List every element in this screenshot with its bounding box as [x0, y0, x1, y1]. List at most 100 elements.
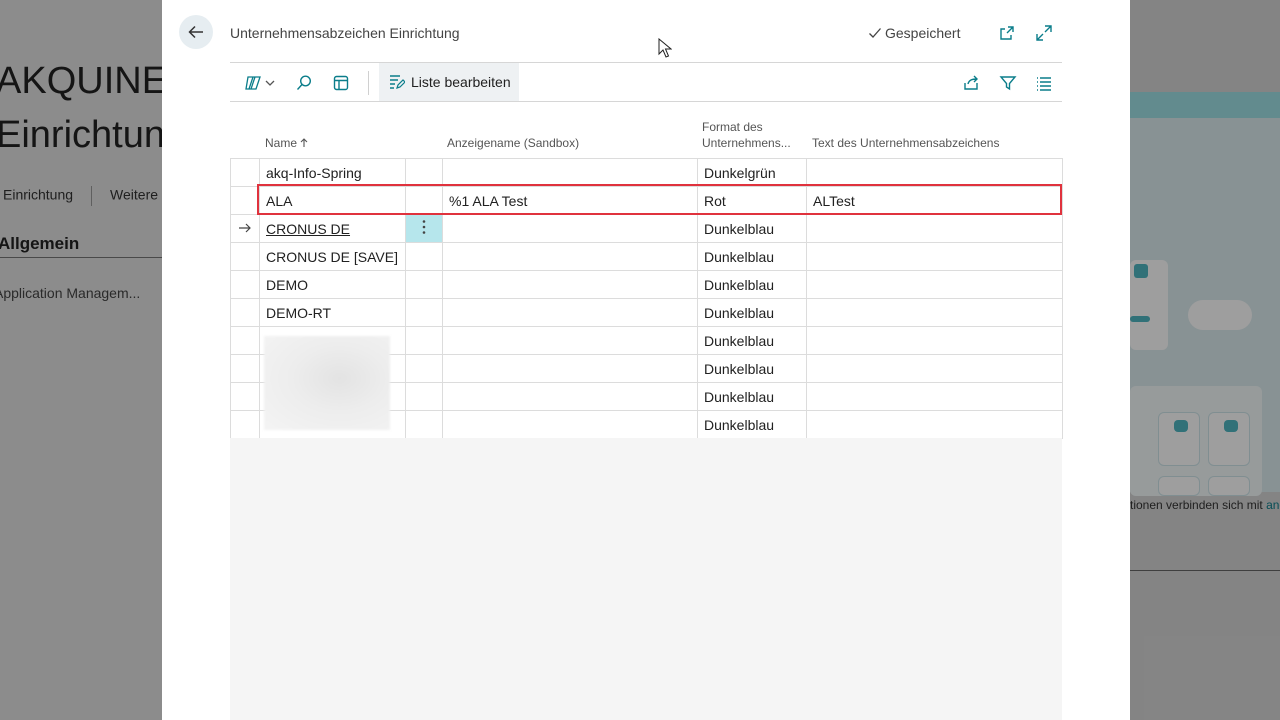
cell-badge-text[interactable] [806, 410, 1063, 439]
row-indicator [230, 410, 260, 439]
sort-ascending-icon [300, 138, 308, 147]
saved-label: Gespeichert [885, 25, 961, 41]
edit-list-icon [390, 75, 405, 89]
table-row[interactable]: ALA %1 ALA Test Rot ALTest [230, 186, 1063, 215]
cell-format[interactable]: Dunkelblau [697, 242, 807, 271]
saved-status: Gespeichert [868, 25, 960, 41]
cell-display-name[interactable] [442, 382, 698, 411]
row-indicator [230, 326, 260, 355]
copilot-icon [245, 76, 261, 90]
cell-badge-text[interactable] [806, 298, 1063, 327]
cell-badge-text[interactable] [806, 242, 1063, 271]
cell-display-name[interactable] [442, 158, 698, 187]
back-button[interactable] [179, 15, 213, 49]
cell-format[interactable]: Dunkelblau [697, 326, 807, 355]
cell-display-name[interactable] [442, 242, 698, 271]
share-icon [964, 75, 978, 90]
cell-format[interactable]: Dunkelblau [697, 298, 807, 327]
redacted-area [264, 336, 390, 430]
cell-name[interactable]: akq-Info-Spring [259, 158, 406, 187]
row-actions-cell [405, 410, 443, 439]
edit-list-button[interactable]: Liste bearbeiten [379, 63, 519, 101]
row-indicator [230, 298, 260, 327]
cell-badge-text[interactable]: ALTest [806, 186, 1063, 215]
cell-format[interactable]: Dunkelblau [697, 270, 807, 299]
row-indicator [230, 158, 260, 187]
table-row-selected[interactable]: CRONUS DE Dunkelblau [230, 214, 1063, 243]
row-actions-cell [405, 326, 443, 355]
row-indicator [230, 214, 260, 243]
row-actions-cell [405, 158, 443, 187]
checkmark-icon [869, 28, 881, 38]
more-options-icon [422, 220, 426, 234]
cell-name[interactable]: CRONUS DE [SAVE] [259, 242, 406, 271]
row-actions-cell [405, 382, 443, 411]
cell-display-name[interactable]: %1 ALA Test [442, 186, 698, 215]
cell-name[interactable]: DEMO [259, 270, 406, 299]
dialog: Unternehmensabzeichen Einrichtung Gespei… [162, 0, 1130, 720]
table-row[interactable]: akq-Info-Spring Dunkelgrün [230, 158, 1063, 187]
cell-display-name[interactable] [442, 298, 698, 327]
cell-name[interactable]: CRONUS DE [259, 214, 406, 243]
cell-display-name[interactable] [442, 214, 698, 243]
cell-badge-text[interactable] [806, 158, 1063, 187]
expand-icon [1036, 25, 1052, 41]
cell-format[interactable]: Dunkelgrün [697, 158, 807, 187]
table-row[interactable]: DEMO-RT Dunkelblau [230, 298, 1063, 327]
analysis-mode-button[interactable] [329, 71, 353, 95]
row-indicator [230, 354, 260, 383]
background-page-right: tionen verbinden sich mit and [1130, 0, 1280, 720]
row-indicator [230, 242, 260, 271]
filter-icon [999, 76, 1017, 91]
row-actions-button[interactable] [405, 214, 443, 243]
empty-list-area [230, 438, 1062, 720]
cell-format[interactable]: Dunkelblau [697, 382, 807, 411]
open-new-window-button[interactable] [995, 21, 1019, 45]
row-actions-cell [405, 298, 443, 327]
cell-name[interactable]: DEMO-RT [259, 298, 406, 327]
arrow-right-icon [239, 223, 251, 232]
cell-display-name[interactable] [442, 270, 698, 299]
cell-format[interactable]: Rot [697, 186, 807, 215]
row-actions-cell [405, 354, 443, 383]
cell-display-name[interactable] [442, 326, 698, 355]
cell-badge-text[interactable] [806, 382, 1063, 411]
filter-button[interactable] [996, 71, 1020, 95]
arrow-left-icon [188, 25, 203, 39]
edit-list-label: Liste bearbeiten [411, 74, 511, 90]
cell-format[interactable]: Dunkelblau [697, 354, 807, 383]
cell-badge-text[interactable] [806, 214, 1063, 243]
share-button[interactable] [959, 71, 983, 95]
copilot-menu-button[interactable] [242, 71, 278, 95]
cell-display-name[interactable] [442, 410, 698, 439]
column-header-display-name[interactable]: Anzeigename (Sandbox) [447, 135, 579, 151]
row-indicator [230, 186, 260, 215]
row-actions-cell [405, 270, 443, 299]
row-actions-cell [405, 186, 443, 215]
column-header-name[interactable]: Name [265, 135, 308, 151]
chevron-down-icon [265, 80, 275, 86]
cell-badge-text[interactable] [806, 354, 1063, 383]
cell-format[interactable]: Dunkelblau [697, 410, 807, 439]
cell-badge-text[interactable] [806, 270, 1063, 299]
table-row[interactable]: DEMO Dunkelblau [230, 270, 1063, 299]
open-in-new-window-icon [1000, 26, 1014, 40]
cell-format[interactable]: Dunkelblau [697, 214, 807, 243]
row-actions-cell [405, 242, 443, 271]
expand-button[interactable] [1032, 21, 1056, 45]
cell-name-link[interactable]: CRONUS DE [266, 221, 350, 237]
row-indicator [230, 270, 260, 299]
table-row[interactable]: CRONUS DE [SAVE] Dunkelblau [230, 242, 1063, 271]
list-view-button[interactable] [1032, 71, 1056, 95]
background-page-left: AKQUINET Einrichtung EinrichtungWeitere … [0, 0, 162, 720]
mouse-cursor-icon [658, 38, 672, 58]
dialog-title: Unternehmensabzeichen Einrichtung [230, 25, 460, 41]
column-header-format[interactable]: Format des Unternehmens... [702, 119, 791, 151]
cell-badge-text[interactable] [806, 326, 1063, 355]
table-analysis-icon [333, 75, 349, 91]
column-header-badge-text[interactable]: Text des Unternehmensabzeichens [812, 135, 999, 151]
cell-display-name[interactable] [442, 354, 698, 383]
search-button[interactable] [292, 71, 316, 95]
list-icon [1037, 77, 1051, 91]
cell-name[interactable]: ALA [259, 186, 406, 215]
